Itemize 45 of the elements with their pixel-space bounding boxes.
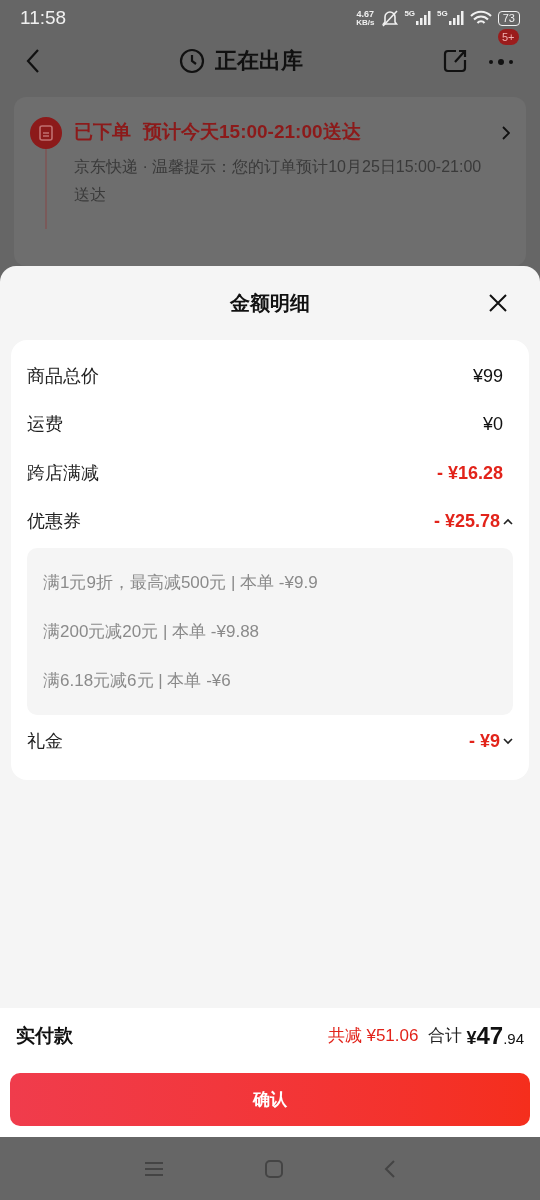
price-label: 优惠券 <box>27 510 82 534</box>
notification-badge: 5+ <box>498 28 519 45</box>
clock-icon <box>179 47 205 74</box>
confirm-button[interactable]: 确认 <box>10 1073 530 1126</box>
network-unit: KB/s <box>356 18 375 27</box>
muted-bell-icon <box>380 9 401 28</box>
price-label: 运费 <box>27 413 64 437</box>
chevron-right-icon[interactable] <box>502 125 510 140</box>
total-sum-label: 合计 <box>428 1025 463 1048</box>
back-icon[interactable] <box>26 47 40 74</box>
coupon-detail: 满6.18元减6元 | 本单 -¥6 <box>43 670 232 692</box>
chevron-down-icon[interactable] <box>503 737 513 745</box>
saved-amount: ¥51.06 <box>366 1025 419 1048</box>
signal-icon <box>447 10 466 27</box>
order-icon <box>30 116 62 149</box>
sheet-title: 金额明细 <box>230 291 310 316</box>
delivery-estimate: 预计今天15:00-21:00送达 <box>143 120 362 145</box>
more-icon[interactable] <box>488 57 514 66</box>
price-label: 礼金 <box>27 729 64 753</box>
coupon-detail: 满1元9折，最高减500元 | 本单 -¥9.9 <box>43 572 319 594</box>
saved-label: 共减 <box>328 1025 363 1048</box>
page-title: 正在出库 <box>215 47 303 76</box>
network-speed: 4.67 <box>356 9 375 19</box>
battery-indicator: 73 <box>497 10 520 26</box>
network-type: 5G <box>404 10 416 19</box>
menu-icon[interactable] <box>144 1160 164 1177</box>
price-value: - ¥16.28 <box>436 461 503 485</box>
home-icon[interactable] <box>264 1158 284 1179</box>
price-value: - ¥25.78 <box>433 510 500 534</box>
signal-icon <box>415 10 434 27</box>
total-label: 实付款 <box>16 1023 74 1048</box>
total-amount: ¥47.94 <box>466 1021 524 1051</box>
price-value: ¥99 <box>472 364 503 388</box>
chevron-up-icon[interactable] <box>503 518 513 526</box>
price-value: - ¥9 <box>468 729 500 753</box>
network-type: 5G <box>437 10 448 19</box>
order-status: 已下单 <box>74 120 131 145</box>
share-icon[interactable] <box>442 47 468 74</box>
price-value: ¥0 <box>482 413 503 437</box>
price-label: 商品总价 <box>27 364 100 388</box>
back-icon[interactable] <box>384 1158 396 1179</box>
price-label: 跨店满减 <box>27 461 100 485</box>
status-time: 11:58 <box>20 6 67 30</box>
coupon-detail: 满200元减20元 | 本单 -¥9.88 <box>43 621 261 643</box>
close-icon[interactable] <box>488 293 508 313</box>
